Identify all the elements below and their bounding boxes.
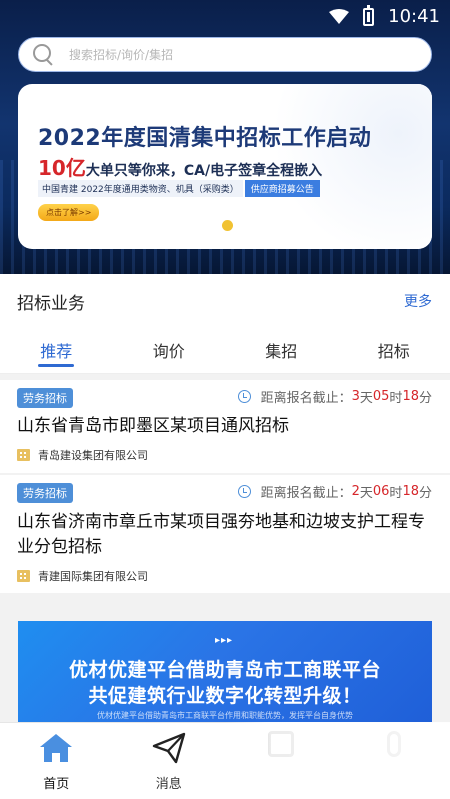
status-time: 10:41 [388,6,440,27]
banner-subtitle: 10亿大单只等你来，CA/电子签章全程嵌入 [38,152,322,181]
nav-home-label: 首页 [43,777,70,792]
clock-icon [237,390,251,403]
countdown-minutes: 18 [402,389,419,404]
company-name: 青建国际集团有限公司 [38,570,148,583]
section-header: 招标业务 更多 [0,282,450,316]
countdown-hours: 06 [372,484,390,499]
company-row: 青建国际集团有限公司 [17,568,148,584]
wifi-icon [329,8,350,24]
list-item[interactable]: 劳务招标 距离报名截止： 3 天 05 时 18 分 山东省青岛市即墨区某项目通… [0,380,450,473]
news-banner-line3: 优材优建平台借助青岛市工商联平台作用和职能优势，发挥平台自身优势 [97,711,353,720]
category-tag: 劳务招标 [17,483,73,503]
news-banner-line2: 共促建筑行业数字化转型升级！ [88,685,362,707]
tab-centralized[interactable]: 集招 [225,324,338,373]
news-banner-line1: 优材优建平台借助青岛市工商联平台 [68,659,381,681]
unit-day: 天 [359,391,373,406]
deadline-countdown: 距离报名截止： 3 天 05 时 18 分 [237,387,432,406]
clock-icon [237,485,251,498]
unit-minute: 分 [418,391,432,406]
countdown-days: 2 [351,484,360,499]
category-tag: 劳务招标 [17,388,73,408]
company-row: 青岛建设集团有限公司 [17,447,148,463]
carousel-indicator[interactable] [222,220,233,231]
building-icon [17,449,30,461]
section-title: 招标业务 [17,294,85,314]
square-icon [268,731,295,757]
nav-messages-label: 消息 [155,777,182,792]
unit-hour: 时 [389,486,403,501]
status-bar: 10:41 [0,0,450,34]
category-tabs: 推荐 询价 集招 招标 [0,324,450,374]
paper-plane-icon [152,732,185,764]
person-icon [386,731,401,757]
tab-recommended[interactable]: 推荐 [0,324,113,373]
listing-title: 山东省济南市章丘市某项目强夯地基和边坡支护工程专业分包招标 [17,512,425,557]
more-link[interactable]: 更多 [404,291,432,311]
banner-highlight: 10亿 [38,156,86,180]
banner-cta-button[interactable]: 点击了解>> [38,204,100,221]
nav-messages[interactable]: 消息 [113,723,226,799]
nav-home[interactable]: 首页 [0,723,113,799]
tab-inquiry[interactable]: 询价 [113,324,226,373]
building-icon [17,570,30,582]
arrows-decoration: ▸▸▸ [215,635,234,646]
countdown-days: 3 [351,389,360,404]
unit-minute: 分 [418,486,432,501]
search-icon [33,43,55,66]
list-item[interactable]: 劳务招标 距离报名截止： 2 天 06 时 18 分 山东省济南市章丘市某项目强… [0,475,450,593]
battery-icon [363,4,375,26]
listing-title: 山东省青岛市即墨区某项目通风招标 [17,416,289,436]
banner-detail-pill: 供应商招募公告 [244,180,320,197]
banner-subtitle-text: 大单只等你来，CA/电子签章全程嵌入 [85,163,323,179]
unit-hour: 时 [389,391,403,406]
promo-banner[interactable]: 2022年度国清集中招标工作启动 10亿大单只等你来，CA/电子签章全程嵌入 中… [18,84,432,249]
nav-item-3[interactable] [225,723,338,799]
deadline-countdown: 距离报名截止： 2 天 06 时 18 分 [237,482,432,501]
countdown-hours: 05 [372,389,390,404]
search-bar[interactable] [18,37,432,72]
news-banner[interactable]: ▸▸▸ 优材优建平台借助青岛市工商联平台 共促建筑行业数字化转型升级！ 优材优建… [18,621,432,725]
company-name: 青岛建设集团有限公司 [38,449,148,462]
bottom-nav: 首页 消息 [0,722,450,799]
search-input[interactable] [69,47,369,62]
deadline-label: 距离报名截止： [260,391,352,406]
nav-item-4[interactable] [338,723,450,799]
banner-title: 2022年度国清集中招标工作启动 [38,126,372,151]
countdown-minutes: 18 [402,484,419,499]
tab-bidding[interactable]: 招标 [338,324,450,373]
deadline-label: 距离报名截止： [260,486,352,501]
banner-detail-text: 中国青建 2022年度通用类物资、机具（采购类） [38,180,243,197]
home-icon [40,734,73,762]
unit-day: 天 [359,486,373,501]
banner-detail: 中国青建 2022年度通用类物资、机具（采购类） 供应商招募公告 [38,180,320,197]
